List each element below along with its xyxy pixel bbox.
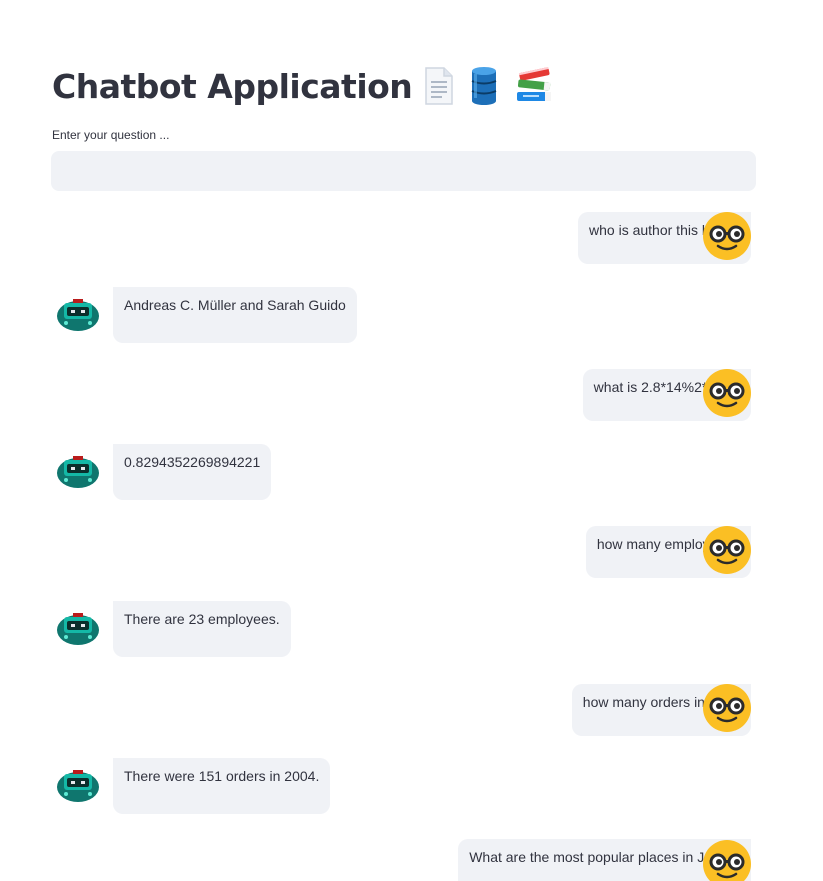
robot-icon [57,770,99,802]
robot-icon [57,456,99,488]
nerd-face-icon [703,840,751,881]
assistant-message-bubble: 0.8294352269894221 [113,444,272,500]
assistant-message: 0.8294352269894221 [55,444,272,500]
nerd-face-icon [703,212,751,260]
chat-history: who is author this book? Andreas C. Müll… [0,0,823,881]
assistant-message: Andreas C. Müller and Sarah Guido [55,287,357,343]
robot-icon [57,613,99,645]
assistant-message: There were 151 orders in 2004. [55,758,331,814]
assistant-message: There are 23 employees. [55,601,291,657]
nerd-face-icon [703,369,751,417]
assistant-message-bubble: There were 151 orders in 2004. [113,758,331,814]
assistant-message-bubble: There are 23 employees. [113,601,291,657]
nerd-face-icon [703,526,751,574]
robot-icon [57,299,99,331]
nerd-face-icon [703,684,751,732]
assistant-message-bubble: Andreas C. Müller and Sarah Guido [113,287,357,343]
chat-page: Chatbot Application Enter your question … [0,0,823,881]
